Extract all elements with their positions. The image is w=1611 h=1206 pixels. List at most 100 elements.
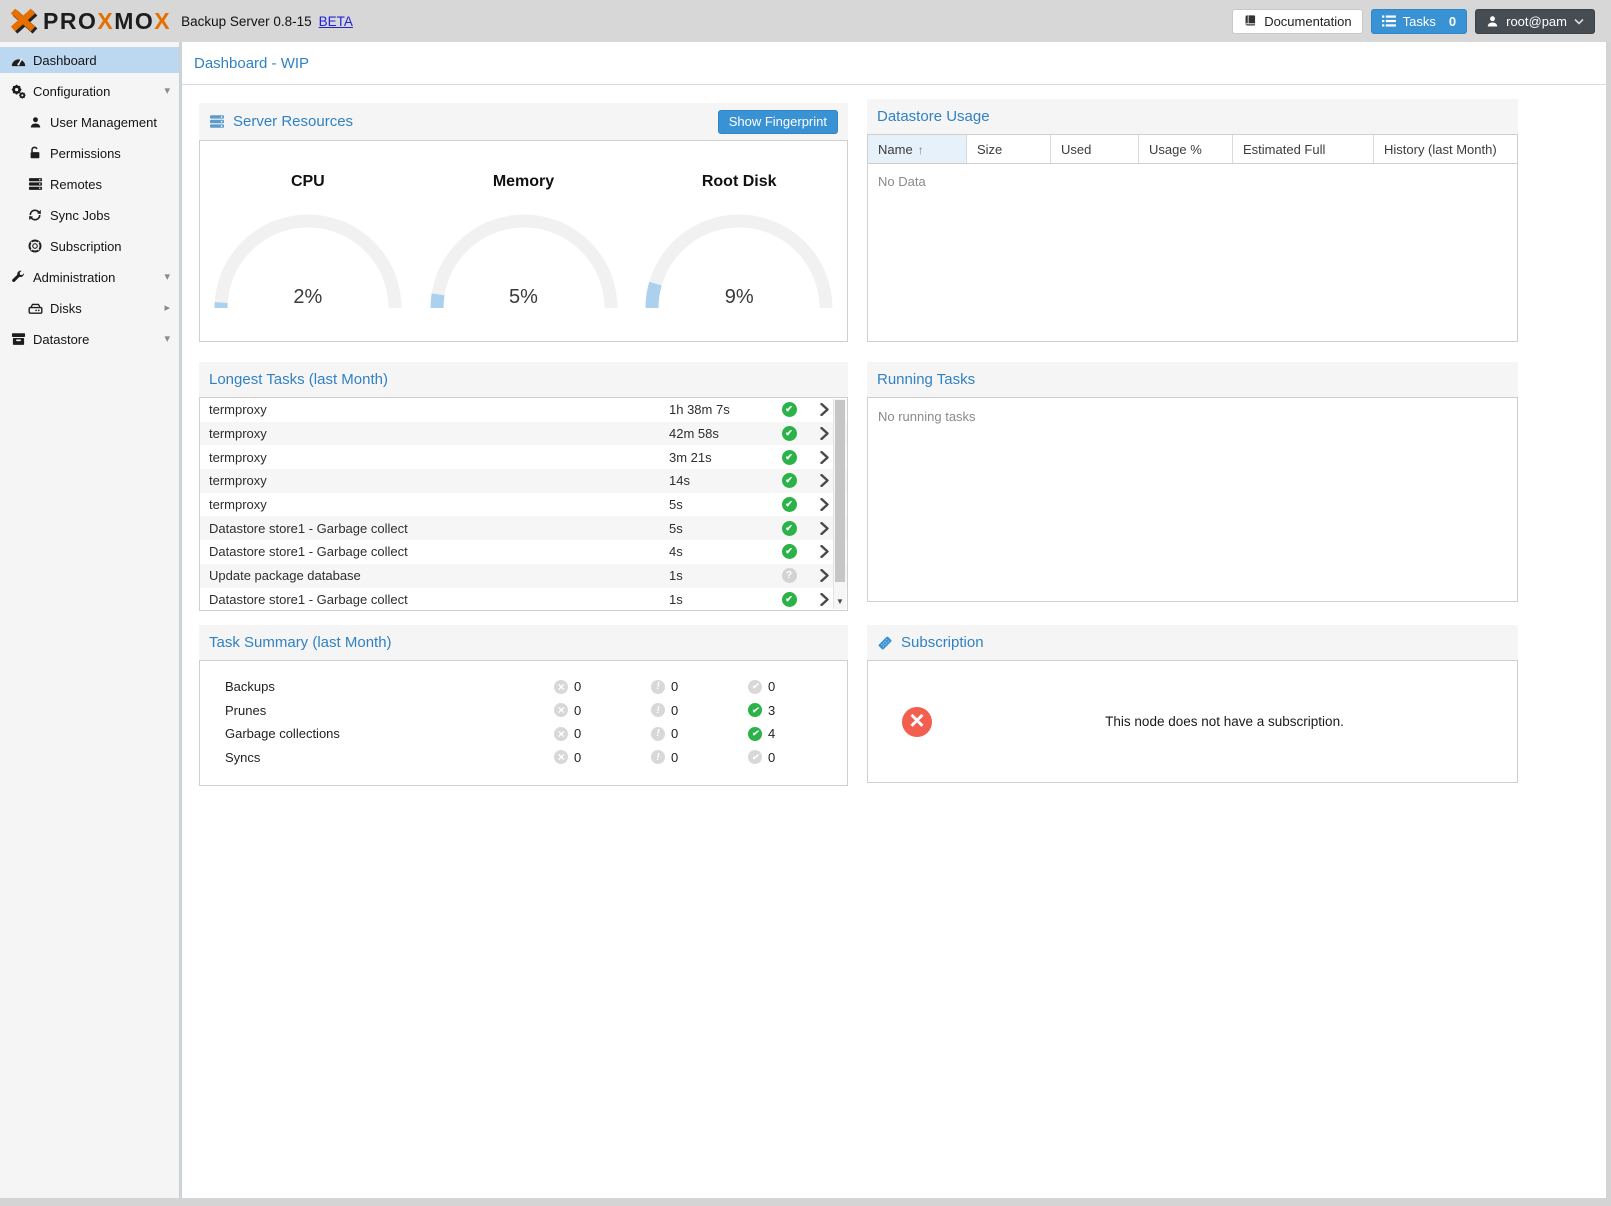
main-content: Dashboard - WIP Server Resources Show Fi…	[181, 42, 1606, 1198]
column-header-usage-pct[interactable]: Usage %	[1139, 135, 1233, 163]
sidebar: Dashboard Configuration User Management …	[0, 42, 180, 1198]
task-status-icon	[782, 521, 797, 536]
scrollbar-down-icon[interactable]	[834, 594, 846, 609]
task-status-icon	[782, 592, 797, 607]
dashboard-right-column: Datastore Usage Name Size Used Usage % E…	[867, 99, 1518, 783]
running-tasks-body: No running tasks	[867, 397, 1518, 602]
proxmox-x-icon	[8, 6, 40, 36]
task-row[interactable]: termproxy 1h 38m 7s	[200, 398, 847, 422]
task-status-icon	[782, 544, 797, 559]
sidebar-item-subscription[interactable]: Subscription	[0, 233, 179, 259]
sidebar-item-administration[interactable]: Administration	[0, 264, 179, 290]
longest-tasks-panel: Longest Tasks (last Month) termproxy 1h …	[199, 362, 848, 611]
subscription-body: This node does not have a subscription.	[867, 660, 1518, 783]
server-resources-header: Server Resources Show Fingerprint	[199, 103, 848, 140]
task-row[interactable]: Datastore store1 - Garbage collect 1s	[200, 588, 847, 612]
task-summary-body: Backups 0 0 0 Prunes 0 0 3 Garbage colle…	[199, 660, 848, 786]
task-row[interactable]: termproxy 5s	[200, 493, 847, 517]
ok-count-icon	[748, 703, 762, 717]
datastore-usage-table: Name Size Used Usage % Estimated Full Hi…	[867, 134, 1518, 342]
running-tasks-empty-text: No running tasks	[868, 398, 1517, 424]
ok-count-icon	[748, 680, 762, 694]
warning-count-icon	[651, 680, 665, 694]
task-status-icon	[782, 402, 797, 417]
sidebar-item-user-management[interactable]: User Management	[0, 109, 179, 135]
scrollbar-thumb[interactable]	[835, 400, 845, 582]
task-status-icon	[782, 497, 797, 512]
column-header-history[interactable]: History (last Month)	[1374, 135, 1515, 163]
summary-row: Backups 0 0 0	[225, 675, 847, 699]
app-subtitle: Backup Server 0.8-15	[181, 14, 312, 29]
user-icon	[27, 114, 43, 130]
task-status-icon	[782, 568, 797, 583]
expand-down-icon[interactable]	[164, 272, 170, 283]
column-header-estimated-full[interactable]: Estimated Full	[1233, 135, 1374, 163]
sidebar-item-disks[interactable]: Disks	[0, 295, 179, 321]
topbar-actions: Documentation Tasks 0 root@pam	[1232, 9, 1595, 34]
summary-row: Prunes 0 0 3	[225, 699, 847, 723]
root-disk-gauge: Root Disk 9%	[631, 141, 847, 341]
task-row[interactable]: termproxy 14s	[200, 469, 847, 493]
error-count-icon	[554, 703, 568, 717]
subscription-message: This node does not have a subscription.	[932, 714, 1517, 729]
task-status-icon	[782, 473, 797, 488]
error-count-icon	[554, 750, 568, 764]
table-header-row: Name Size Used Usage % Estimated Full Hi…	[868, 135, 1517, 164]
sidebar-item-sync-jobs[interactable]: Sync Jobs	[0, 202, 179, 228]
hdd-icon	[27, 300, 43, 316]
expand-down-icon[interactable]	[164, 334, 170, 345]
no-subscription-icon	[902, 707, 932, 737]
memory-gauge: Memory 5%	[416, 141, 632, 341]
show-fingerprint-button[interactable]: Show Fingerprint	[718, 110, 838, 134]
server-resources-body: CPU 2% Memory	[199, 140, 848, 342]
task-summary-panel: Task Summary (last Month) Backups 0 0 0 …	[199, 625, 848, 786]
sidebar-item-configuration[interactable]: Configuration	[0, 78, 179, 104]
book-icon	[1243, 14, 1257, 28]
sidebar-item-datastore[interactable]: Datastore	[0, 326, 179, 352]
column-header-used[interactable]: Used	[1051, 135, 1139, 163]
column-header-size[interactable]: Size	[967, 135, 1051, 163]
user-icon	[1486, 15, 1499, 28]
tachometer-icon	[10, 52, 26, 68]
scrollbar[interactable]	[833, 399, 846, 609]
life-ring-icon	[27, 238, 43, 254]
memory-gauge-value: 5%	[424, 286, 624, 309]
sort-ascending-icon	[918, 142, 924, 157]
running-tasks-header: Running Tasks	[867, 362, 1518, 397]
root-disk-gauge-value: 9%	[639, 286, 839, 309]
tasks-button[interactable]: Tasks 0	[1371, 9, 1467, 34]
gears-icon	[10, 83, 26, 99]
task-status-icon	[782, 426, 797, 441]
server-resources-panel: Server Resources Show Fingerprint CPU 2%	[199, 103, 848, 342]
summary-row: Syncs 0 0 0	[225, 746, 847, 770]
subscription-panel: Subscription This node does not have a s…	[867, 625, 1518, 783]
beta-link[interactable]: BETA	[319, 14, 353, 29]
task-row[interactable]: Datastore store1 - Garbage collect 5s	[200, 516, 847, 540]
task-summary-header: Task Summary (last Month)	[199, 625, 848, 660]
summary-row: Garbage collections 0 0 4	[225, 722, 847, 746]
error-count-icon	[554, 727, 568, 741]
dashboard: Server Resources Show Fingerprint CPU 2%	[182, 85, 1606, 786]
expand-right-icon[interactable]	[164, 303, 170, 314]
server-stack-icon	[209, 114, 225, 129]
column-header-name[interactable]: Name	[868, 135, 967, 163]
datastore-usage-panel: Datastore Usage Name Size Used Usage % E…	[867, 99, 1518, 342]
task-row[interactable]: termproxy 42m 58s	[200, 422, 847, 446]
user-menu-button[interactable]: root@pam	[1475, 9, 1595, 34]
sidebar-item-permissions[interactable]: Permissions	[0, 140, 179, 166]
task-list-icon	[1382, 15, 1396, 27]
task-row[interactable]: termproxy 3m 21s	[200, 445, 847, 469]
longest-tasks-list: termproxy 1h 38m 7s termproxy 42m 58s te…	[199, 397, 848, 611]
expand-down-icon[interactable]	[164, 86, 170, 97]
server-stack-icon	[27, 176, 43, 192]
sidebar-item-dashboard[interactable]: Dashboard	[0, 47, 179, 73]
subscription-header: Subscription	[867, 625, 1518, 660]
ok-count-icon	[748, 727, 762, 741]
warning-count-icon	[651, 750, 665, 764]
running-tasks-panel: Running Tasks No running tasks	[867, 362, 1518, 602]
task-status-icon	[782, 450, 797, 465]
sidebar-item-remotes[interactable]: Remotes	[0, 171, 179, 197]
task-row[interactable]: Datastore store1 - Garbage collect 4s	[200, 540, 847, 564]
task-row[interactable]: Update package database 1s	[200, 564, 847, 588]
documentation-button[interactable]: Documentation	[1232, 9, 1362, 34]
